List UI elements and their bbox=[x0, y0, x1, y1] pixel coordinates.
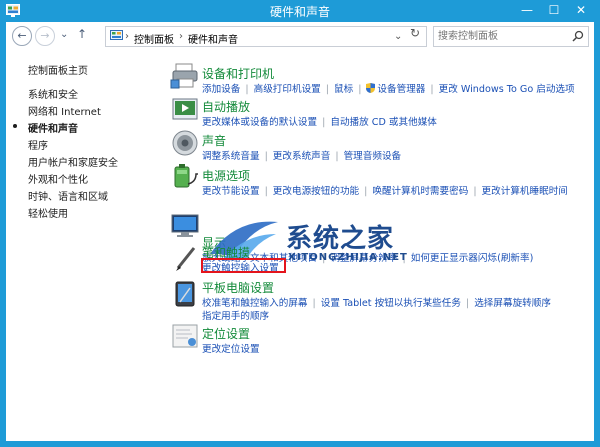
watermark-subtext: XITONGZHIJIA.NET bbox=[288, 252, 408, 263]
category-power-links: 更改节能设置 | 更改电源按钮的功能 | 唤醒计算机时需要密码 | 更改计算机睡眠时间 bbox=[202, 186, 568, 197]
category-tablet-title[interactable]: 平板电脑设置 bbox=[202, 279, 274, 296]
watermark-text: 系统之家 bbox=[286, 224, 395, 254]
category-location-title[interactable]: 定位设置 bbox=[202, 325, 250, 342]
link-handedness[interactable]: 指定用手的顺序 bbox=[202, 311, 269, 322]
address-bar[interactable]: › 控制面板 › 硬件和声音 ⌄ bbox=[105, 26, 427, 47]
category-autoplay-links: 更改媒体或设备的默认设置 | 自动播放 CD 或其他媒体 bbox=[202, 117, 437, 128]
sidebar-item-system-security[interactable]: 系统和安全 bbox=[28, 86, 78, 101]
sidebar-item-user-accounts[interactable]: 用户帐户和家庭安全 bbox=[28, 154, 118, 169]
title-bar: 硬件和声音 — ☐ ✕ bbox=[0, 0, 600, 22]
link-wake-password[interactable]: 唤醒计算机时需要密码 bbox=[372, 186, 468, 197]
location-icon[interactable] bbox=[170, 322, 200, 350]
link-adjust-volume[interactable]: 调整系统音量 bbox=[202, 151, 260, 162]
sidebar-item-appearance[interactable]: 外观和个性化 bbox=[28, 171, 88, 186]
sidebar-item-clock-region[interactable]: 时钟、语言和区域 bbox=[28, 188, 108, 203]
link-rotation-order[interactable]: 选择屏幕旋转顺序 bbox=[474, 298, 551, 309]
control-panel-window: 硬件和声音 — ☐ ✕ ← → ⌄ ↑ › 控制面板 › 硬件和声音 ⌄ ↻ 搜… bbox=[0, 0, 600, 447]
window-title: 硬件和声音 bbox=[269, 5, 330, 19]
pen-icon[interactable] bbox=[170, 244, 200, 272]
sidebar-item-ease-of-access[interactable]: 轻松使用 bbox=[28, 205, 68, 220]
current-item-bullet bbox=[13, 124, 17, 128]
category-devices-printers-title[interactable]: 设备和打印机 bbox=[202, 65, 274, 82]
link-change-sounds[interactable]: 更改系统声音 bbox=[273, 151, 331, 162]
category-autoplay-title[interactable]: 自动播放 bbox=[202, 98, 250, 115]
link-device-manager[interactable]: 设备管理器 bbox=[377, 84, 425, 95]
link-advanced-printer[interactable]: 高级打印机设置 bbox=[254, 84, 321, 95]
breadcrumb-hardware-sound[interactable]: 硬件和声音 bbox=[188, 31, 238, 46]
refresh-button[interactable]: ↻ bbox=[405, 25, 425, 41]
sidebar-item-programs[interactable]: 程序 bbox=[28, 137, 48, 152]
link-manage-audio[interactable]: 管理音频设备 bbox=[344, 151, 402, 162]
category-sound-title[interactable]: 声音 bbox=[202, 132, 226, 149]
up-button[interactable]: ↑ bbox=[77, 27, 87, 41]
tablet-icon[interactable] bbox=[170, 280, 200, 308]
link-autoplay-cd[interactable]: 自动播放 CD 或其他媒体 bbox=[330, 117, 437, 128]
link-power-button[interactable]: 更改电源按钮的功能 bbox=[273, 186, 359, 197]
search-icon[interactable] bbox=[572, 30, 584, 42]
recent-locations-button[interactable]: ⌄ bbox=[60, 29, 68, 40]
link-refresh-rate[interactable]: 如何更正显示器闪烁(刷新率) bbox=[411, 253, 534, 264]
address-dropdown-icon[interactable]: ⌄ bbox=[394, 31, 402, 42]
search-input[interactable] bbox=[438, 29, 566, 44]
sidebar-item-network[interactable]: 网络和 Internet bbox=[28, 103, 101, 118]
highlight-box bbox=[201, 258, 286, 273]
speaker-icon[interactable] bbox=[170, 129, 200, 157]
display-icon[interactable] bbox=[170, 212, 200, 240]
link-power-saving[interactable]: 更改节能设置 bbox=[202, 186, 260, 197]
category-power-title[interactable]: 电源选项 bbox=[202, 167, 250, 184]
minimize-button[interactable]: — bbox=[514, 0, 540, 20]
breadcrumb-separator: › bbox=[179, 31, 183, 42]
category-tablet-links: 校准笔和触控输入的屏幕 | 设置 Tablet 按钮以执行某些任务 | 选择屏幕旋转顺序 bbox=[202, 298, 551, 309]
printer-icon[interactable] bbox=[170, 62, 200, 90]
link-change-location[interactable]: 更改定位设置 bbox=[202, 344, 260, 355]
category-location-links: 更改定位设置 bbox=[202, 341, 260, 355]
search-box[interactable] bbox=[433, 26, 589, 47]
category-tablet-links-2: 指定用手的顺序 bbox=[202, 308, 269, 322]
close-button[interactable]: ✕ bbox=[568, 0, 594, 20]
link-windows-to-go[interactable]: 更改 Windows To Go 启动选项 bbox=[439, 84, 575, 95]
navigation-bar: ← → ⌄ ↑ › 控制面板 › 硬件和声音 ⌄ ↻ bbox=[6, 22, 594, 52]
control-panel-small-icon bbox=[110, 30, 123, 40]
link-add-device[interactable]: 添加设备 bbox=[202, 84, 240, 95]
battery-icon[interactable] bbox=[170, 162, 200, 190]
client-area: ← → ⌄ ↑ › 控制面板 › 硬件和声音 ⌄ ↻ 搜索控制面板 控制面板主页… bbox=[6, 22, 594, 441]
category-sound-links: 调整系统音量 | 更改系统声音 | 管理音频设备 bbox=[202, 151, 402, 162]
forward-button[interactable]: → bbox=[35, 26, 55, 46]
back-button[interactable]: ← bbox=[12, 26, 32, 46]
link-sleep-time[interactable]: 更改计算机睡眠时间 bbox=[482, 186, 568, 197]
autoplay-icon[interactable] bbox=[170, 95, 200, 123]
sidebar-item-hardware-sound[interactable]: 硬件和声音 bbox=[28, 120, 78, 135]
link-tablet-buttons[interactable]: 设置 Tablet 按钮以执行某些任务 bbox=[321, 298, 461, 309]
category-devices-printers-links: 添加设备 | 高级打印机设置 | 鼠标 | 设备管理器 | 更改 Windows To Go 启… bbox=[202, 83, 575, 95]
maximize-button[interactable]: ☐ bbox=[541, 0, 567, 20]
link-media-defaults[interactable]: 更改媒体或设备的默认设置 bbox=[202, 117, 317, 128]
sidebar-item-home[interactable]: 控制面板主页 bbox=[28, 62, 88, 77]
breadcrumb-control-panel[interactable]: 控制面板 bbox=[134, 31, 174, 46]
breadcrumb-separator: › bbox=[125, 31, 129, 42]
link-mouse[interactable]: 鼠标 bbox=[334, 84, 353, 95]
uac-shield-icon bbox=[366, 83, 376, 93]
